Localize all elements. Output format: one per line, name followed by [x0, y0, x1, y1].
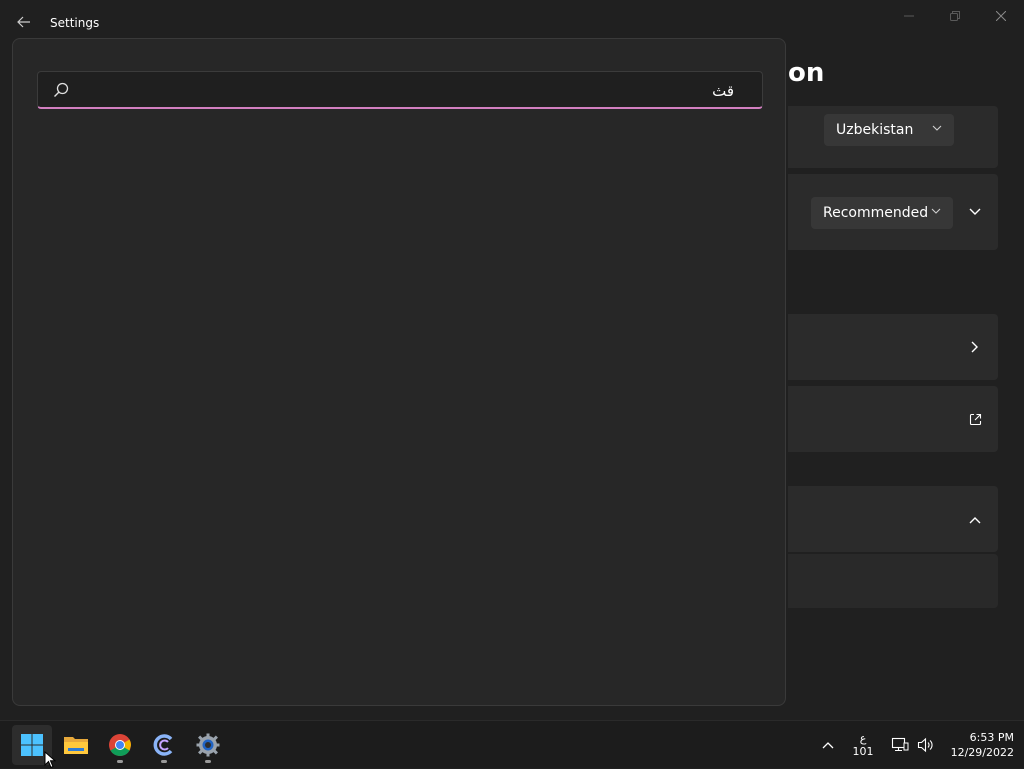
back-arrow-icon: [17, 16, 30, 28]
chrome-icon: [109, 734, 131, 756]
country-dropdown-value: Uzbekistan: [836, 122, 914, 138]
settings-app-button[interactable]: [188, 725, 228, 765]
file-explorer-button[interactable]: [56, 725, 96, 765]
cortana-button[interactable]: [144, 725, 184, 765]
close-icon: [996, 11, 1006, 21]
chevron-right-button: [965, 337, 985, 357]
show-hidden-icons-button[interactable]: [818, 733, 838, 757]
network-icon: [891, 737, 909, 752]
regional-format-card: Recommended: [788, 174, 998, 250]
chrome-button[interactable]: [100, 725, 140, 765]
input-language-indicator[interactable]: ع 101: [848, 732, 878, 758]
gear-icon: [196, 733, 220, 757]
chevron-right-icon: [971, 341, 978, 353]
speaker-icon: [917, 737, 933, 753]
title-bar: Settings: [0, 0, 1024, 40]
expanded-section-content: [788, 554, 998, 608]
settings-window: Settings on Uzbekistan Recommended قث: [0, 0, 1024, 720]
minimize-button[interactable]: [893, 6, 925, 26]
external-link-icon: [969, 413, 981, 425]
restore-icon: [950, 11, 960, 21]
cortana-icon: [153, 734, 173, 756]
chevron-down-icon: [969, 208, 981, 215]
expanded-section-card[interactable]: [788, 486, 998, 552]
app-title: Settings: [50, 16, 100, 30]
close-button[interactable]: [985, 6, 1017, 26]
chevron-down-icon: [931, 208, 941, 214]
keyboard-layout-code: 101: [852, 745, 874, 758]
chevron-down-icon: [932, 125, 942, 131]
clock-date: 12/29/2022: [950, 746, 1014, 759]
expand-button[interactable]: [965, 202, 985, 222]
clock-time: 6:53 PM: [969, 731, 1014, 744]
external-link-button: [965, 409, 985, 429]
search-icon: [54, 82, 69, 97]
folder-icon: [64, 737, 88, 754]
external-link-card[interactable]: [788, 386, 998, 452]
network-button[interactable]: [888, 733, 912, 757]
country-dropdown[interactable]: Uzbekistan: [824, 114, 954, 146]
search-box[interactable]: [37, 71, 763, 109]
regional-format-dropdown[interactable]: Recommended: [811, 197, 953, 229]
minimize-icon: [904, 15, 914, 17]
clock[interactable]: 6:53 PM 12/29/2022: [944, 730, 1014, 760]
running-indicator: [117, 760, 123, 763]
back-button[interactable]: [12, 10, 36, 34]
settings-link-card[interactable]: [788, 314, 998, 380]
chevron-up-icon: [822, 742, 834, 749]
country-card: Uzbekistan: [788, 106, 998, 168]
page-title: on: [788, 58, 825, 88]
volume-button[interactable]: [914, 733, 938, 757]
running-indicator: [161, 760, 167, 763]
windows-logo-icon: [21, 734, 43, 756]
mouse-cursor-icon: [44, 751, 56, 769]
collapse-button: [965, 510, 985, 530]
search-input[interactable]: [78, 76, 736, 106]
language-script: ع: [859, 732, 867, 745]
chevron-up-icon: [969, 517, 981, 524]
running-indicator: [205, 760, 211, 763]
search-results-panel: [12, 38, 786, 706]
regional-format-value: Recommended: [823, 205, 929, 221]
restore-button[interactable]: [939, 6, 971, 26]
